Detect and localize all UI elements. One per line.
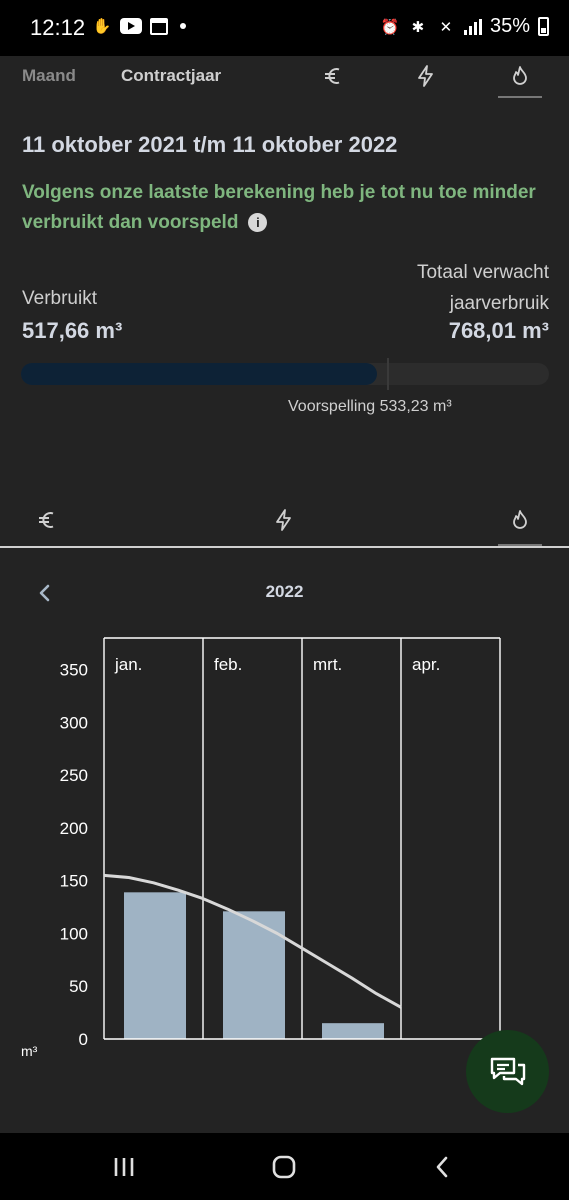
bar-jan bbox=[124, 892, 186, 1039]
chart-tab-euro[interactable] bbox=[28, 500, 68, 540]
usage-progress-bar bbox=[21, 363, 549, 385]
status-time: 12:12 bbox=[30, 15, 86, 40]
month-label: mrt. bbox=[313, 655, 342, 674]
calendar-icon bbox=[150, 17, 168, 35]
mute-icon: ✕ bbox=[439, 18, 453, 36]
period-title: 11 oktober 2021 t/m 11 oktober 2022 bbox=[22, 132, 398, 157]
tab-euro[interactable] bbox=[314, 56, 354, 96]
bar-mrt bbox=[322, 1023, 384, 1039]
monthly-gas-chart: 0 50 100 150 200 250 300 350 m³ jan. feb. mrt. apr. bbox=[21, 637, 501, 1059]
forecast-marker bbox=[387, 358, 390, 390]
info-icon[interactable]: i bbox=[248, 213, 268, 233]
y-tick-label: 50 bbox=[69, 977, 88, 996]
tab-maand[interactable]: Maand bbox=[22, 66, 76, 86]
y-tick-label: 200 bbox=[60, 819, 88, 838]
tab-electricity[interactable] bbox=[406, 56, 446, 96]
bar-feb bbox=[223, 911, 285, 1039]
youtube-icon bbox=[120, 18, 142, 34]
system-navigation-bar bbox=[0, 1133, 569, 1200]
alarm-icon: ⏰ bbox=[380, 18, 400, 36]
signal-icon bbox=[463, 18, 482, 35]
y-tick-label: 350 bbox=[60, 661, 88, 680]
back-icon bbox=[436, 1156, 448, 1178]
euro-icon bbox=[325, 68, 340, 84]
used-value: 517,66 m³ bbox=[22, 318, 123, 343]
y-tick-label: 300 bbox=[60, 713, 88, 732]
used-label: Verbruikt bbox=[22, 288, 97, 309]
hand-icon: ✋ bbox=[92, 18, 112, 35]
year-label: 2022 bbox=[265, 582, 304, 601]
y-tick-label: 150 bbox=[60, 872, 88, 891]
chat-button[interactable] bbox=[466, 1030, 549, 1113]
month-label: feb. bbox=[214, 655, 242, 674]
home-button[interactable] bbox=[264, 1151, 304, 1183]
chart-tab-gas[interactable] bbox=[498, 500, 542, 546]
tab-contractjaar[interactable]: Contractjaar bbox=[121, 66, 221, 86]
recents-icon bbox=[114, 1158, 134, 1176]
battery-percent: 35% bbox=[489, 15, 530, 37]
usage-notice: Volgens onze laatste berekening heb je t… bbox=[22, 178, 542, 238]
euro-icon bbox=[39, 512, 54, 528]
year-navigation: 2022 bbox=[0, 570, 569, 614]
chart-tab-bar bbox=[0, 496, 569, 548]
forecast-label: Voorspelling 533,23 m³ bbox=[288, 398, 452, 415]
lightning-icon bbox=[418, 65, 433, 87]
chat-icon bbox=[490, 1057, 525, 1085]
month-label: jan. bbox=[114, 655, 142, 674]
y-axis-unit: m³ bbox=[21, 1043, 38, 1059]
battery-icon bbox=[538, 17, 549, 36]
y-tick-label: 250 bbox=[60, 766, 88, 785]
expected-label: Totaal verwacht jaarverbruik bbox=[416, 262, 549, 314]
back-button[interactable] bbox=[422, 1151, 462, 1183]
usage-notice-text: Volgens onze laatste berekening heb je t… bbox=[22, 182, 536, 233]
flame-icon bbox=[513, 510, 527, 529]
active-tab-indicator bbox=[498, 96, 542, 98]
expected-value: 768,01 m³ bbox=[448, 318, 549, 343]
notification-dot-icon bbox=[180, 23, 186, 29]
lightning-icon bbox=[276, 509, 291, 531]
top-tab-bar: Maand Contractjaar bbox=[0, 56, 569, 104]
flame-icon bbox=[513, 66, 527, 85]
month-label: apr. bbox=[412, 655, 440, 674]
tab-gas[interactable] bbox=[498, 56, 542, 98]
y-tick-label: 100 bbox=[60, 924, 88, 943]
chart-tab-electricity[interactable] bbox=[264, 500, 304, 540]
y-tick-label: 0 bbox=[79, 1030, 88, 1049]
status-bar: 12:12 ✋ ⏰ ✱ ✕ 35% bbox=[0, 0, 569, 56]
home-icon bbox=[272, 1155, 296, 1179]
bluetooth-icon: ✱ bbox=[411, 18, 425, 36]
usage-progress-fill bbox=[21, 363, 377, 385]
active-tab-indicator bbox=[498, 544, 542, 546]
recents-button[interactable] bbox=[104, 1151, 144, 1183]
